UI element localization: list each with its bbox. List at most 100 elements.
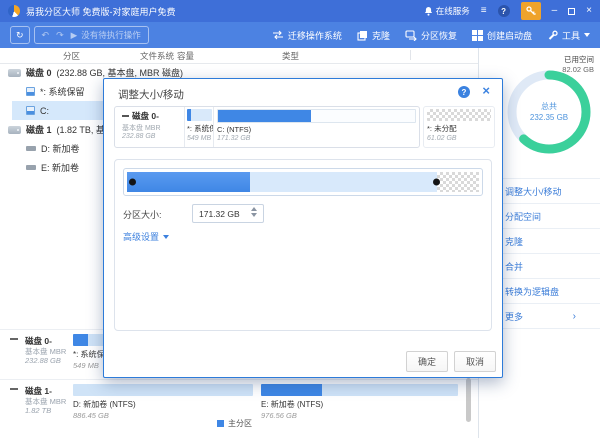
maximize-button[interactable]: [568, 8, 575, 15]
undo-button[interactable]: ↶: [42, 30, 50, 41]
execute-operations-button[interactable]: ▶ 没有待执行操作: [71, 29, 141, 41]
chevron-down-icon: [163, 235, 169, 239]
partition-icon: [26, 106, 35, 115]
toolbar: ↻ ↶ ↷ ▶ 没有待执行操作 迁移操作系统 克隆 分区恢复: [0, 22, 600, 48]
total-value: 232.35 GB: [530, 112, 568, 123]
license-key-button[interactable]: [521, 2, 541, 20]
app-window: 易我分区大师 免费版-对家庭用户免费 在线服务 ≡ ? – × ↻ ↶ ↷ ▶ …: [0, 0, 600, 438]
advanced-settings-link[interactable]: 高级设置: [123, 230, 169, 243]
collapse-icon[interactable]: [10, 338, 18, 340]
clone-button[interactable]: 克隆: [357, 29, 390, 42]
advanced-settings-label: 高级设置: [123, 230, 159, 243]
partition-recovery-icon: [405, 30, 417, 41]
total-label: 总共: [541, 101, 557, 112]
spinner-down-icon[interactable]: [251, 213, 257, 217]
clone-icon: [357, 30, 368, 41]
partition-bar: [217, 109, 416, 123]
redo-button[interactable]: ↷: [56, 30, 64, 41]
size-spinner[interactable]: [251, 207, 257, 217]
pending-operations-group: ↶ ↷ ▶ 没有待执行操作: [34, 26, 149, 44]
chevron-down-icon: [584, 33, 590, 37]
minimize-button[interactable]: –: [552, 6, 558, 16]
partition-bar: [187, 109, 212, 121]
migrate-os-button[interactable]: 迁移操作系统: [272, 29, 342, 42]
strip-e-cell[interactable]: E: 新加卷 (NTFS) 976.56 GB: [261, 384, 458, 420]
dialog-sysres-size: 549 MB: [187, 135, 212, 142]
dialog-help-icon[interactable]: ?: [458, 86, 470, 98]
partition-bar: [261, 384, 458, 396]
op-resize-label: 调整大小/移动: [505, 185, 562, 198]
tools-menu-button[interactable]: 工具: [547, 29, 590, 42]
menu-icon[interactable]: ≡: [481, 6, 487, 16]
slider-track[interactable]: [127, 172, 479, 192]
collapse-icon[interactable]: [10, 388, 18, 390]
op-clone-label: 克隆: [505, 235, 523, 248]
op-convert-label: 转换为逻辑盘: [505, 285, 559, 298]
usage-donut-center: 总共 232.35 GB: [505, 68, 593, 156]
online-service-button[interactable]: 在线服务: [424, 5, 470, 17]
migrate-os-icon: [272, 30, 284, 40]
pending-operations-label: 没有待执行操作: [81, 29, 141, 41]
close-button[interactable]: ×: [586, 6, 592, 16]
slider-right-handle[interactable]: [433, 179, 440, 186]
strip-disk1-size: 1.82 TB: [25, 406, 66, 415]
legend-primary-partition: 主分区: [217, 418, 252, 429]
cancel-button[interactable]: 取消: [454, 351, 496, 372]
slider-unallocated-segment: [437, 172, 479, 192]
refresh-icon: ↻: [16, 30, 24, 41]
partition-recovery-button[interactable]: 分区恢复: [405, 29, 457, 42]
legend-swatch: [217, 420, 224, 427]
dialog-c-label: C: (NTFS): [217, 125, 416, 134]
clone-label: 克隆: [372, 29, 390, 42]
create-boot-disk-label: 创建启动盘: [487, 29, 532, 42]
slider-used-segment: [127, 172, 250, 192]
create-boot-disk-button[interactable]: 创建启动盘: [472, 29, 532, 42]
strip-disk0-name: 磁盘 0-: [25, 336, 66, 347]
partition-icon: [26, 87, 35, 96]
table-header: 分区 文件系统 容量 类型: [0, 48, 478, 64]
strip-d-cell[interactable]: D: 新加卷 (NTFS) 886.45 GB: [73, 384, 253, 420]
bell-icon: [424, 6, 433, 16]
c-drive-label: C:: [40, 106, 49, 116]
spinner-up-icon[interactable]: [251, 207, 257, 211]
strip-d-label: D: 新加卷 (NTFS): [73, 399, 253, 410]
dialog-unallocated-cell[interactable]: *: 未分配 61.02 GB: [423, 106, 495, 148]
migrate-os-label: 迁移操作系统: [288, 29, 342, 42]
window-title: 易我分区大师 免费版-对家庭用户免费: [26, 5, 176, 18]
column-partition[interactable]: 分区: [63, 50, 80, 62]
partition-size-label: 分区大小:: [123, 208, 162, 221]
partition-recovery-label: 分区恢复: [421, 29, 457, 42]
help-icon[interactable]: ?: [498, 5, 510, 17]
dialog-disk-kind: 基本盘 MBR: [122, 123, 180, 133]
e-drive-label: E: 新加卷: [41, 161, 79, 174]
column-capacity[interactable]: 容量: [177, 50, 194, 62]
dialog-sysres-label: *: 系统保...: [187, 123, 212, 134]
strip-disk0-kind: 基本盘 MBR: [25, 347, 66, 356]
disk-icon: [8, 126, 21, 134]
used-space-title: 已用空间: [562, 55, 594, 65]
volume-icon: [26, 165, 36, 170]
column-filesystem[interactable]: 文件系统: [140, 50, 174, 62]
play-icon: ▶: [71, 30, 78, 41]
refresh-button[interactable]: ↻: [10, 26, 30, 44]
slider-left-handle[interactable]: [129, 179, 136, 186]
vertical-scrollbar[interactable]: [466, 378, 471, 422]
legend-label: 主分区: [228, 418, 252, 429]
dialog-disk-size: 232.88 GB: [122, 133, 180, 140]
resize-slider[interactable]: [123, 168, 483, 196]
strip-e-label: E: 新加卷 (NTFS): [261, 399, 458, 410]
op-allocate-label: 分配空间: [505, 210, 541, 223]
unallocated-bar: [427, 109, 491, 121]
column-type[interactable]: 类型: [282, 50, 299, 62]
dialog-sysres-cell[interactable]: *: 系统保... 549 MB: [185, 107, 214, 147]
partition-bar: [73, 384, 253, 396]
resize-move-dialog: 调整大小/移动 ? × 磁盘 0- 基本盘 MBR 232.88 GB *: 系…: [103, 78, 503, 378]
dialog-close-icon[interactable]: ×: [482, 84, 490, 97]
op-merge-label: 合并: [505, 260, 523, 273]
strip-disk1-name: 磁盘 1-: [25, 386, 66, 397]
dialog-c-cell[interactable]: C: (NTFS) 171.32 GB: [214, 107, 419, 147]
dialog-disk-name: 磁盘 0-: [132, 110, 159, 122]
ok-button[interactable]: 确定: [406, 351, 448, 372]
slider-free-segment: [250, 172, 437, 192]
column-divider: [410, 50, 411, 60]
